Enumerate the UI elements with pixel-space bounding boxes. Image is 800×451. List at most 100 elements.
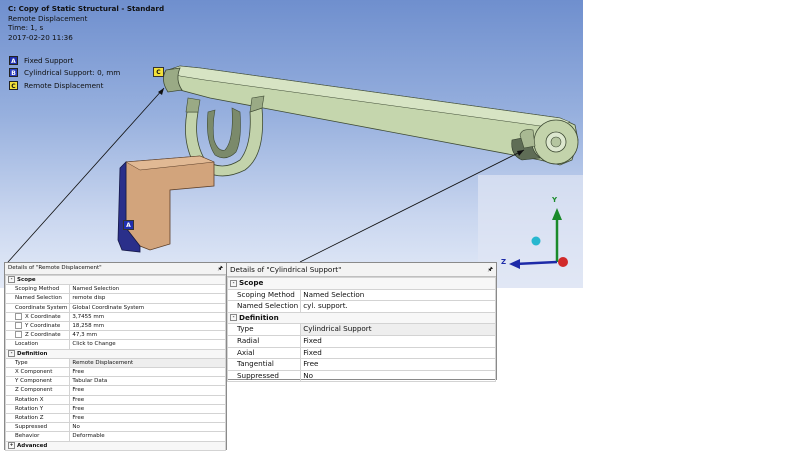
details-cylindrical-support-panel: Details of "Cylindrical Support" 🖈 - Scop… [226,262,497,383]
legend-key-a: A [9,55,18,65]
table-row[interactable]: Type Remote Displacement [4,357,226,369]
property-value[interactable]: No [300,369,496,383]
legend-label: Remote Displacement [24,80,104,90]
table-row[interactable]: Radial Fixed [226,334,496,348]
property-key: Scoping Method [226,288,302,302]
property-value[interactable]: Free [69,367,226,378]
details-remote-displacement-panel: Details of "Remote Displacement" 🖈 - Scop… [4,262,227,451]
legend-label: Cylindrical Support: 0, mm [24,68,121,78]
property-key: Named Selection [226,300,302,313]
property-key: Suppressed [4,422,71,433]
expand-icon[interactable]: + [8,442,15,449]
table-row[interactable]: Type Cylindrical Support [226,323,496,336]
details-table: - Scope Scoping Method Named Selection Nam… [226,277,496,383]
parameter-checkbox[interactable] [15,322,22,330]
collapse-icon[interactable]: - [8,276,15,283]
property-value[interactable]: Named Selection [300,288,496,302]
property-value[interactable]: No [69,422,226,433]
property-value[interactable]: Tabular Data [69,376,226,387]
section-row-advanced[interactable]: + Advanced [5,440,226,451]
section-title: Scope [17,277,36,283]
property-value[interactable]: Free [69,385,226,396]
table-row[interactable]: Rotation X Free [4,394,226,405]
legend-item: A Fixed Support [9,54,120,67]
parameter-checkbox[interactable] [15,331,22,339]
table-row[interactable]: Z Component Free [4,385,226,396]
property-value[interactable]: Free [69,394,226,405]
pin-icon[interactable]: 🖈 [487,263,493,276]
property-value[interactable]: Remote Displacement [69,357,226,369]
property-key: Scoping Method [4,284,71,295]
panel-title: Details of "Cylindrical Support" [230,265,342,274]
property-key: X Coordinate [25,313,61,320]
legend-item: B Cylindrical Support: 0, mm [9,67,120,80]
table-row[interactable]: Suppressed No [226,369,496,383]
table-row[interactable]: Rotation Z Free [4,413,226,424]
collapse-icon[interactable]: - [8,350,15,357]
table-row[interactable]: Coordinate System Global Coordinate Syste… [4,302,226,313]
property-value[interactable]: Free [69,413,226,424]
property-key: Rotation Y [4,403,71,415]
property-value[interactable]: Fixed [300,346,496,360]
pin-icon[interactable]: 🖈 [217,263,223,274]
table-row[interactable]: Axial Fixed [226,346,496,360]
property-value[interactable]: Fixed [300,334,496,348]
section-row-definition[interactable]: - Definition [227,311,496,325]
table-row[interactable]: Behavior Deformable [4,431,226,442]
property-value[interactable]: 3,7455 mm [69,311,226,323]
table-row[interactable]: Y Component Tabular Data [4,376,226,387]
section-title: Definition [239,312,279,322]
table-row[interactable]: X Component Free [4,367,226,378]
property-key: Location [4,339,71,350]
property-key: Z Coordinate [25,332,61,339]
section-row-scope[interactable]: - Scope [5,274,226,286]
property-value[interactable]: Click to Change [69,339,226,350]
collapse-icon[interactable]: - [230,314,237,322]
object-name: Remote Displacement [8,13,88,23]
property-value[interactable]: Deformable [69,431,226,442]
table-row[interactable]: Named Selection cyl. support. [226,300,496,313]
property-value[interactable]: 18,258 mm [69,321,226,332]
table-row[interactable]: Location Click to Change [4,339,226,350]
property-key: Coordinate System [4,302,71,313]
panel-header: Details of "Cylindrical Support" 🖈 [227,263,496,277]
property-key: Rotation Z [4,413,71,424]
triad-y-label: Y [552,196,558,204]
legend-label: Fixed Support [24,55,74,65]
table-row[interactable]: Y Coordinate 18,258 mm [4,321,226,332]
property-value[interactable]: remote disp [69,293,226,304]
table-row[interactable]: Suppressed No [4,422,226,433]
parameter-checkbox[interactable] [15,313,22,320]
table-row[interactable]: Z Coordinate 47,3 mm [4,330,226,341]
property-key: Axial [226,346,302,360]
property-key: Rotation X [4,394,71,405]
table-row[interactable]: Rotation Y Free [4,403,226,415]
fixed-support-tag[interactable]: A [123,220,134,230]
time-label: Time: 1, s [8,23,44,33]
property-value[interactable]: Free [69,403,226,415]
collapse-icon[interactable]: - [230,279,237,287]
table-row[interactable]: X Coordinate 3,7455 mm [4,311,226,323]
section-row-definition[interactable]: - Definition [5,348,226,359]
property-value[interactable]: Free [300,358,496,371]
model-geometry[interactable] [0,0,583,288]
section-row-scope[interactable]: - Scope [227,277,496,290]
details-table: - Scope Scoping Method Named Selection Nam… [4,274,226,451]
table-row[interactable]: Named Selection remote disp [4,293,226,304]
table-row[interactable]: Tangential Free [226,358,496,371]
property-value[interactable]: 47,3 mm [69,330,226,341]
property-key: Named Selection [4,293,71,304]
remote-displacement-tag[interactable]: C [153,67,164,77]
property-value[interactable]: cyl. support. [300,300,496,313]
table-row[interactable]: Scoping Method Named Selection [226,288,496,302]
section-title: Advanced [17,442,48,449]
property-key: Type [226,323,302,336]
property-value[interactable]: Cylindrical Support [300,323,496,336]
table-row[interactable]: Scoping Method Named Selection [4,284,226,295]
date-label: 2017-02-20 11:36 [8,32,73,42]
legend-item: C Remote Displacement [9,79,120,92]
legend-key-b: B [9,68,18,78]
graphics-viewport[interactable]: C: Copy of Static Structural - Standard … [0,0,583,288]
property-value[interactable]: Named Selection [69,284,226,295]
property-value[interactable]: Global Coordinate System [69,302,226,313]
